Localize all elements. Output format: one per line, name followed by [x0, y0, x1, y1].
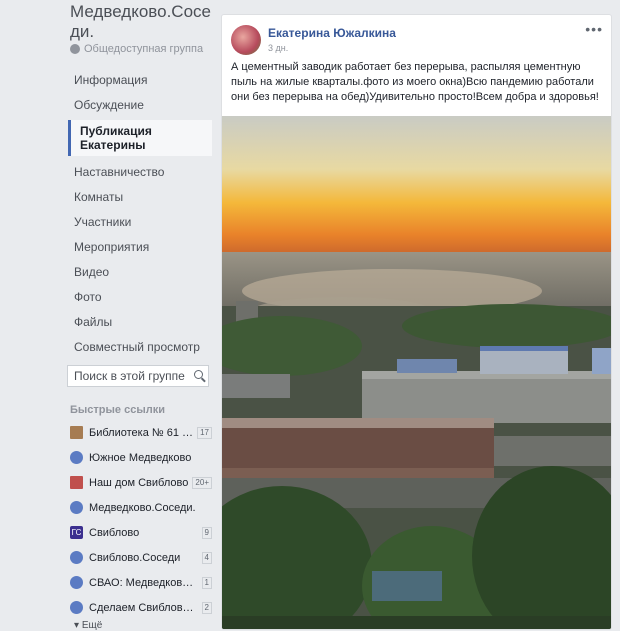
- post-card: Екатерина Южалкина 3 дн. ••• А цементный…: [221, 14, 612, 630]
- post-timestamp[interactable]: 3 дн.: [268, 43, 288, 53]
- group-icon: [70, 551, 83, 564]
- more-dots-icon[interactable]: •••: [585, 21, 603, 37]
- chevron-down-icon: ▾: [74, 620, 80, 631]
- nav-item-info[interactable]: Информация: [66, 68, 212, 93]
- quick-link[interactable]: Библиотека № 61 н... 17: [70, 420, 212, 445]
- search-icon[interactable]: [194, 370, 203, 379]
- avatar[interactable]: [231, 25, 261, 55]
- group-privacy-label: Общедоступная группа: [84, 43, 204, 55]
- gc-icon: ГС: [70, 526, 83, 539]
- nav-item-members[interactable]: Участники: [66, 210, 212, 235]
- group-nav: Информация Обсуждение Публикация Екатери…: [66, 68, 212, 360]
- quick-link[interactable]: Южное Медведково: [70, 445, 212, 470]
- quick-link-count: 9: [201, 526, 212, 539]
- search-placeholder: Поиск в этой группе: [74, 369, 185, 383]
- more-label: Ещё: [81, 620, 103, 631]
- nav-item-watch-party[interactable]: Совместный просмотр: [66, 335, 212, 360]
- post-text: А цементный заводик работает без перерыв…: [231, 61, 599, 103]
- nav-item-rooms[interactable]: Комнаты: [66, 185, 212, 210]
- quick-link-count: 1: [201, 576, 212, 589]
- quick-link-count: 4: [201, 551, 212, 564]
- house-icon: [70, 476, 83, 489]
- quick-link[interactable]: Свиблово.Соседи 4: [70, 545, 212, 570]
- quick-links: Библиотека № 61 н... 17 Южное Медведково …: [70, 420, 212, 620]
- post-photo[interactable]: [222, 116, 612, 630]
- nav-item-discussion[interactable]: Обсуждение: [66, 93, 212, 118]
- group-icon: [70, 576, 83, 589]
- nav-item-mentorship[interactable]: Наставничество: [66, 160, 212, 185]
- quick-links-heading: Быстрые ссылки: [70, 404, 165, 416]
- quick-link-label: Библиотека № 61 н...: [89, 426, 194, 439]
- quick-links-more[interactable]: ▾ Ещё: [74, 620, 102, 631]
- group-icon: [70, 601, 83, 614]
- quick-link[interactable]: СВАО: Медведково,... 1: [70, 570, 212, 595]
- quick-link[interactable]: Наш дом Свиблово 20+: [70, 470, 212, 495]
- quick-link-label: СВАО: Медведково,...: [89, 576, 198, 589]
- quick-link[interactable]: Сделаем Свиблово ... 2: [70, 595, 212, 620]
- quick-link-label: Наш дом Свиблово: [89, 476, 189, 489]
- nav-item-video[interactable]: Видео: [66, 260, 212, 285]
- nav-item-events[interactable]: Мероприятия: [66, 235, 212, 260]
- post-author[interactable]: Екатерина Южалкина: [268, 26, 396, 40]
- nav-item-photos[interactable]: Фото: [66, 285, 212, 310]
- nav-item-post[interactable]: Публикация Екатерины: [68, 120, 212, 156]
- quick-link-count: 20+: [192, 476, 212, 489]
- quick-link-label: Южное Медведково: [89, 451, 192, 464]
- group-privacy: Общедоступная группа: [70, 43, 203, 55]
- quick-link-count: 2: [201, 601, 212, 614]
- quick-link-label: Свиблово: [89, 526, 140, 539]
- quick-link-label: Свиблово.Соседи: [89, 551, 181, 564]
- group-icon: [70, 501, 83, 514]
- quick-link[interactable]: Медведково.Соседи.: [70, 495, 212, 520]
- quick-link-label: Сделаем Свиблово ...: [89, 601, 198, 614]
- globe-icon: [70, 44, 80, 54]
- sidebar: Медведково.Соседи. Общедоступная группа …: [0, 0, 214, 631]
- quick-link-count: 17: [197, 426, 212, 439]
- quick-link-label: Медведково.Соседи.: [89, 501, 196, 514]
- nav-item-files[interactable]: Файлы: [66, 310, 212, 335]
- quick-link[interactable]: ГС Свиблово 9: [70, 520, 212, 545]
- group-search-input[interactable]: Поиск в этой группе: [67, 365, 209, 387]
- group-title[interactable]: Медведково.Соседи.: [70, 2, 212, 42]
- group-icon: [70, 451, 83, 464]
- book-icon: [70, 426, 83, 439]
